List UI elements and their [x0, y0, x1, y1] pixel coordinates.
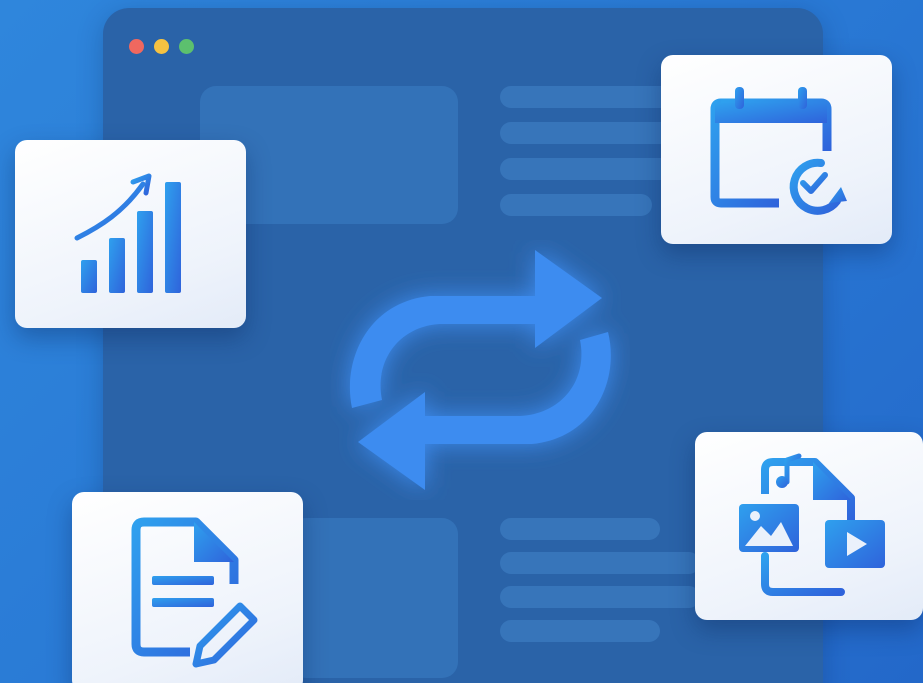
growth-chart-icon — [74, 173, 181, 293]
text-placeholder-line — [500, 194, 652, 216]
text-placeholder-line — [500, 552, 700, 574]
text-placeholder-line — [500, 518, 660, 540]
document-edit-card — [72, 492, 303, 683]
text-placeholder-line — [500, 86, 675, 108]
content-placeholder-bottom — [290, 518, 458, 678]
media-files-icon — [739, 453, 885, 596]
maximize-dot — [179, 39, 194, 54]
calendar-card — [661, 55, 892, 244]
hero-illustration — [0, 0, 923, 683]
sync-icon — [349, 250, 611, 490]
window-controls — [129, 39, 194, 54]
text-placeholder-line — [500, 122, 675, 144]
text-placeholder-line — [500, 158, 675, 180]
close-dot — [129, 39, 144, 54]
media-files-card — [695, 432, 923, 620]
growth-chart-card — [15, 140, 246, 328]
document-edit-icon — [131, 517, 258, 668]
text-placeholder-line — [500, 620, 660, 642]
calendar-schedule-icon — [710, 87, 847, 215]
minimize-dot — [154, 39, 169, 54]
text-placeholder-line — [500, 586, 700, 608]
